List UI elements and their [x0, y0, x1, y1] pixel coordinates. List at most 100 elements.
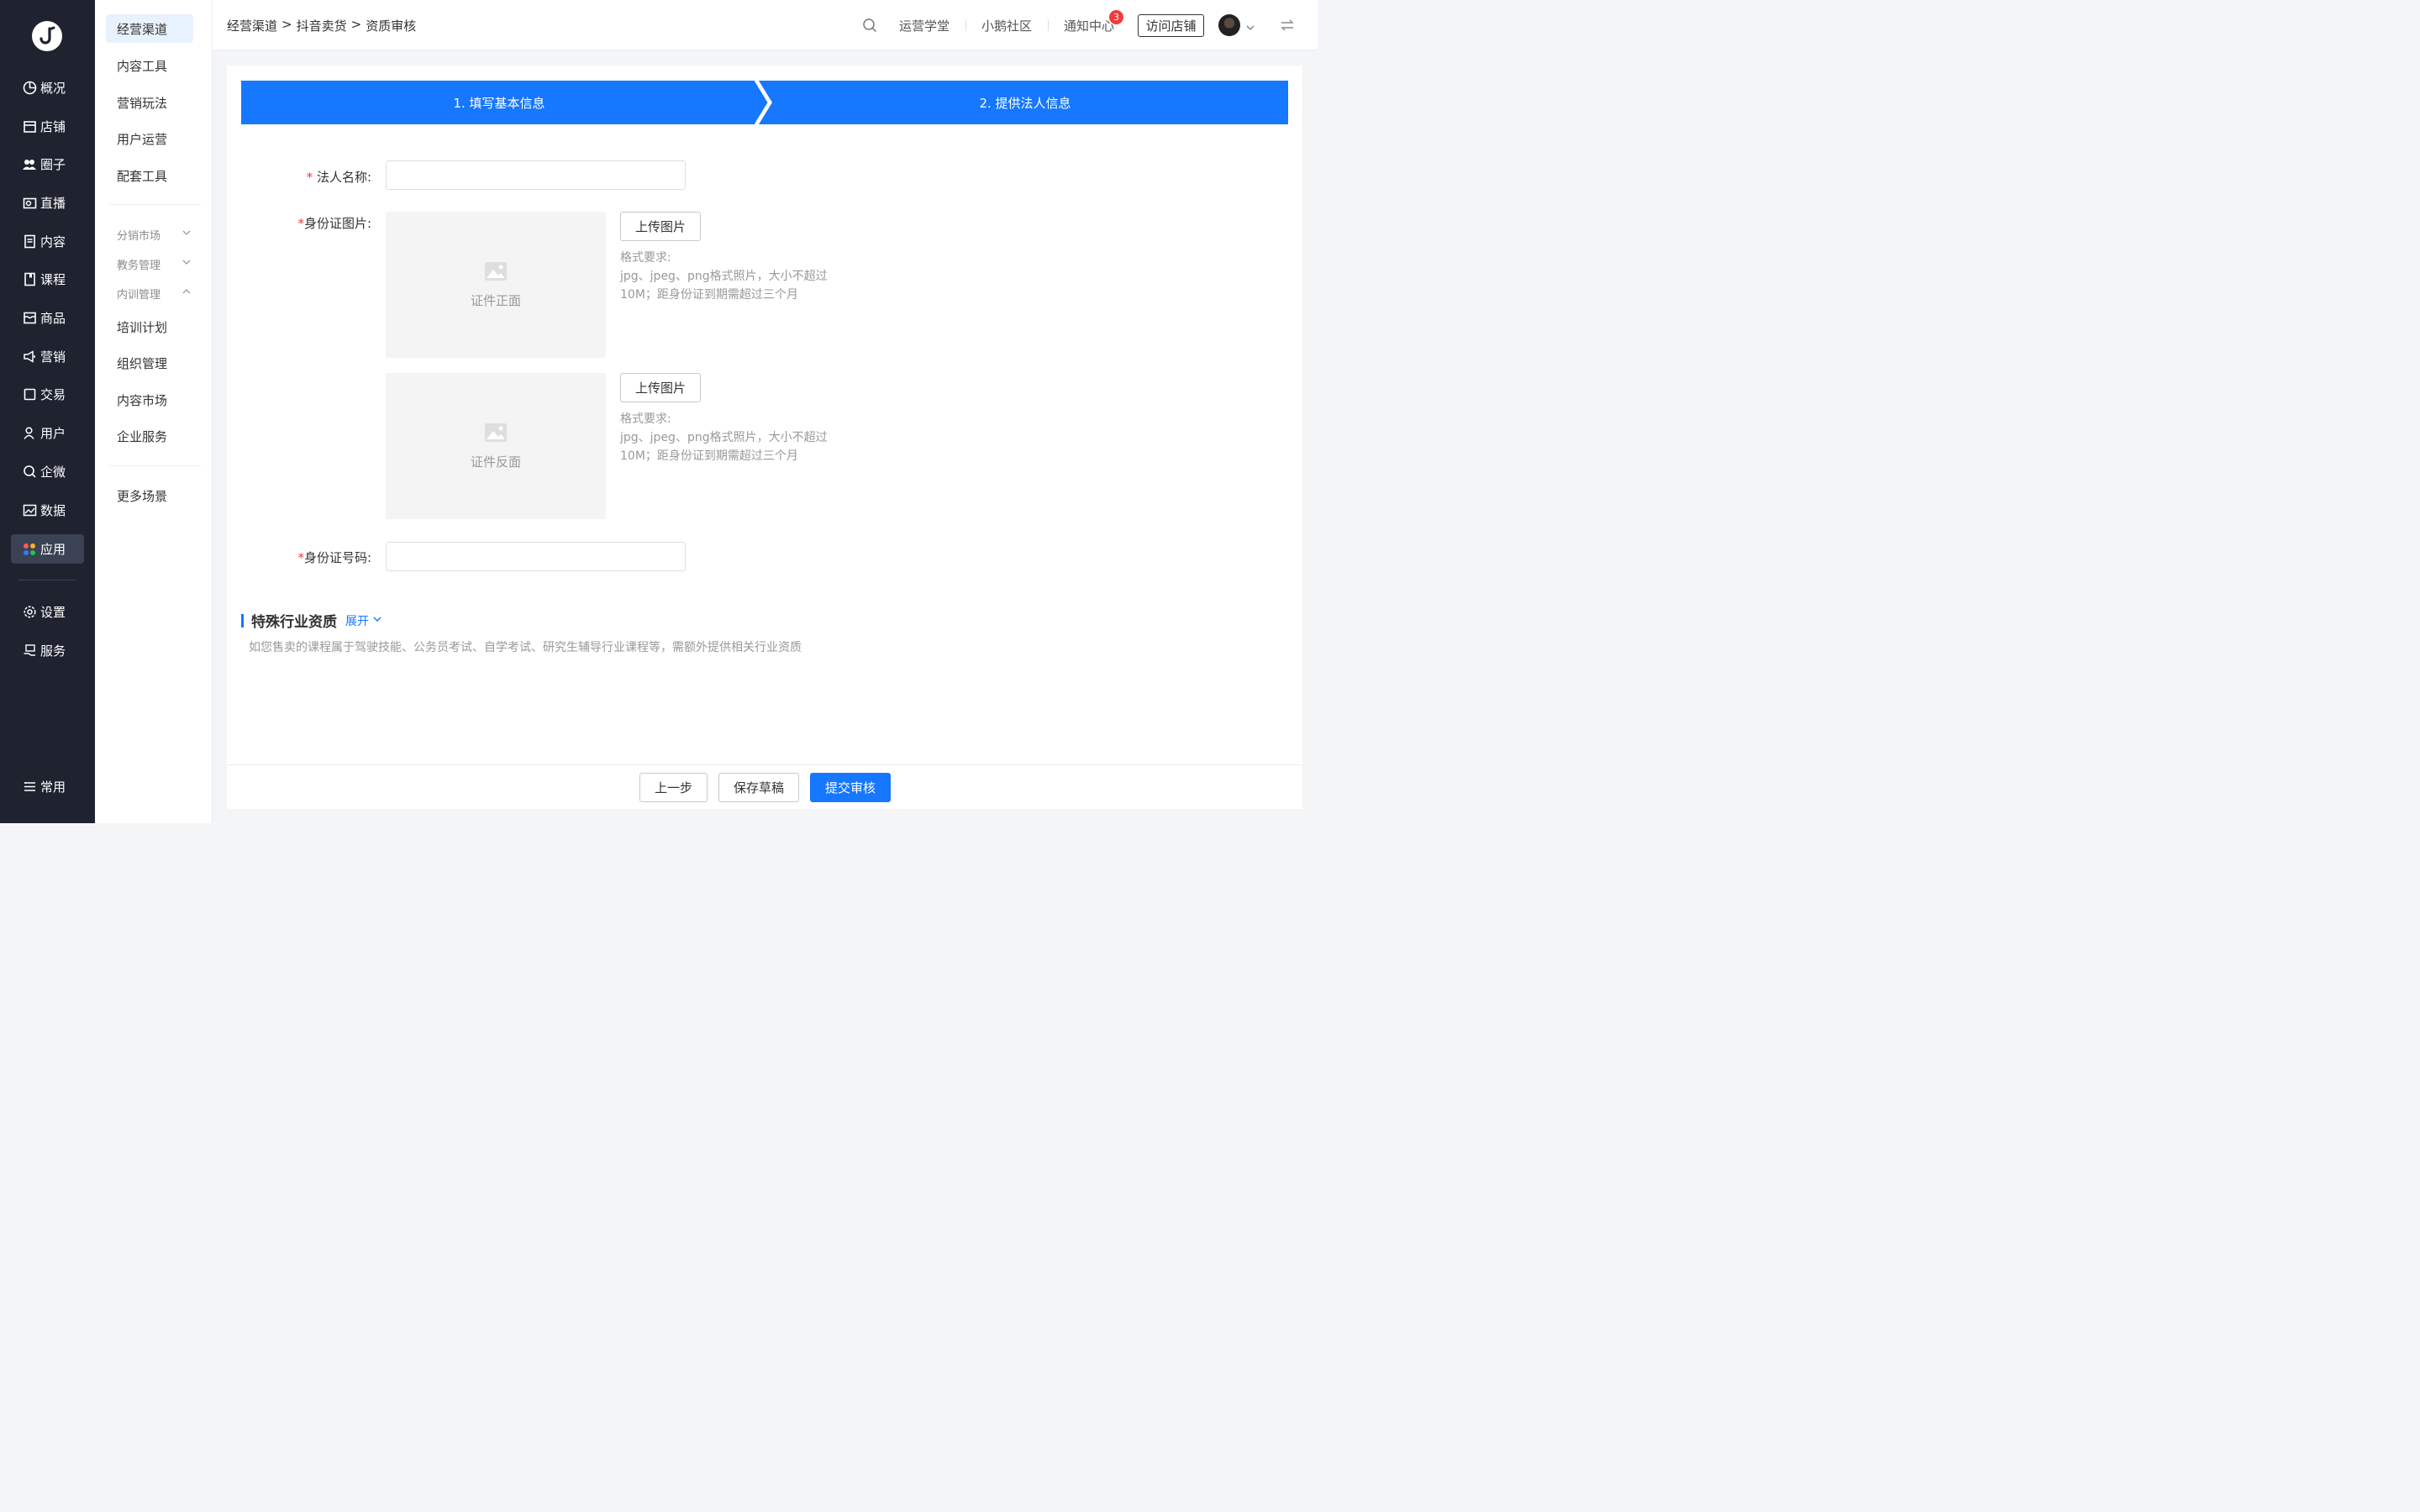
search-icon[interactable]: [862, 18, 877, 36]
megaphone-icon: [22, 349, 37, 365]
hint-line: 10M；距身份证到期需超过三个月: [620, 449, 798, 463]
nav-label: 设置: [40, 605, 66, 620]
submenu-item-org-manage[interactable]: 组织管理: [106, 349, 193, 377]
nav-item-product[interactable]: 商品: [11, 303, 84, 333]
submenu-item-enterprise[interactable]: 企业服务: [106, 422, 193, 450]
id-back-upload[interactable]: 证件反面: [386, 373, 606, 519]
submenu-item-user-ops[interactable]: 用户运营: [106, 124, 193, 153]
chevron-down-icon: [372, 614, 382, 627]
submenu-group-academic[interactable]: 教务管理: [106, 252, 193, 276]
nav-item-live[interactable]: 直播: [11, 188, 84, 218]
book-icon: [22, 272, 37, 287]
submenu-group-distribution[interactable]: 分销市场: [106, 223, 193, 246]
submenu-group-label: 内训管理: [117, 288, 161, 302]
breadcrumb-item[interactable]: 经营渠道: [227, 17, 277, 34]
submenu-item-content-tools[interactable]: 内容工具: [106, 51, 193, 80]
header-link-community[interactable]: 小鹅社区: [981, 17, 1032, 34]
submit-review-button[interactable]: 提交审核: [810, 773, 891, 802]
nav-item-common[interactable]: 常用: [11, 772, 84, 801]
submenu-label: 更多场景: [117, 488, 168, 504]
section-accent-bar: [241, 613, 244, 627]
prev-step-button[interactable]: 上一步: [639, 773, 708, 802]
nav-label: 概况: [40, 81, 66, 96]
id-image-label: *身份证图片:: [237, 214, 371, 232]
nav-item-trade[interactable]: 交易: [11, 380, 84, 409]
submenu-item-channels[interactable]: 经营渠道: [106, 14, 193, 43]
submenu-item-marketing-play[interactable]: 营销玩法: [106, 88, 193, 117]
nav-item-overview[interactable]: 概况: [11, 73, 84, 102]
nav-label: 用户: [40, 426, 66, 441]
breadcrumb-separator: >: [350, 17, 362, 32]
nav-item-store[interactable]: 店铺: [11, 112, 84, 141]
nav-label: 数据: [40, 503, 66, 518]
nav-item-service[interactable]: 服务: [11, 636, 84, 665]
avatar[interactable]: [1218, 14, 1240, 36]
submenu-label: 内容市场: [117, 392, 168, 408]
submenu-label: 企业服务: [117, 428, 168, 444]
label-text: 身份证图片:: [303, 216, 371, 231]
nav-label: 营销: [40, 349, 66, 365]
chevron-down-icon: [182, 228, 192, 241]
notification-badge: 3: [1109, 10, 1123, 24]
id-number-input[interactable]: [386, 542, 686, 571]
main-nav: 概况 店铺 圈子 直播 内容 课程 商品 营销 交易 用户 企微 数据 应用 设…: [0, 0, 95, 823]
nav-item-content[interactable]: 内容: [11, 227, 84, 256]
inbox-icon: [22, 311, 37, 326]
nav-item-marketing[interactable]: 营销: [11, 342, 84, 371]
image-placeholder-icon: [484, 423, 508, 446]
back-caption: 证件反面: [470, 454, 521, 470]
user-icon: [22, 426, 37, 441]
submenu-label: 内容工具: [117, 58, 168, 74]
nav-label: 企微: [40, 465, 66, 480]
nav-item-apps[interactable]: 应用: [11, 534, 84, 564]
group-icon: [22, 157, 37, 172]
nav-item-settings[interactable]: 设置: [11, 597, 84, 627]
store-icon: [22, 119, 37, 134]
upload-back-button[interactable]: 上传图片: [620, 373, 701, 402]
nav-item-user[interactable]: 用户: [11, 418, 84, 448]
nav-item-circle[interactable]: 圈子: [11, 150, 84, 179]
hint-line: jpg、jpeg、png格式照片，大小不超过: [620, 431, 828, 444]
required-mark: *: [297, 216, 304, 231]
list-icon: [22, 780, 37, 795]
submenu-item-content-market[interactable]: 内容市场: [106, 386, 193, 414]
nav-item-data[interactable]: 数据: [11, 496, 84, 525]
submenu-group-training[interactable]: 内训管理: [106, 281, 193, 305]
breadcrumb: 经营渠道 > 抖音卖货 > 资质审核: [227, 17, 416, 34]
chevron-down-icon[interactable]: [1245, 20, 1255, 36]
breadcrumb-item[interactable]: 抖音卖货: [297, 17, 347, 34]
image-placeholder-icon: [484, 261, 508, 285]
submenu-item-support-tools[interactable]: 配套工具: [106, 161, 193, 190]
step-1-label: 1. 填写基本信息: [453, 95, 545, 111]
header-link-notifications[interactable]: 通知中心: [1064, 17, 1114, 34]
submenu-divider: [109, 204, 201, 205]
visit-store-button[interactable]: 访问店铺: [1138, 14, 1204, 37]
id-front-upload[interactable]: 证件正面: [386, 212, 606, 358]
app-logo[interactable]: [32, 21, 62, 51]
submenu-label: 组织管理: [117, 355, 168, 371]
nav-label: 常用: [40, 780, 66, 795]
secondary-menu: 经营渠道 内容工具 营销玩法 用户运营 配套工具 分销市场 教务管理 内训管理 …: [95, 0, 213, 823]
section-description: 如您售卖的课程属于驾驶技能、公务员考试、自学考试、研究生辅导行业课程等，需额外提…: [249, 641, 802, 654]
nav-item-course[interactable]: 课程: [11, 265, 84, 294]
save-draft-button[interactable]: 保存草稿: [718, 773, 799, 802]
hint-line: 10M；距身份证到期需超过三个月: [620, 288, 798, 302]
submenu-item-training-plan[interactable]: 培训计划: [106, 312, 193, 341]
nav-item-wecom[interactable]: 企微: [11, 457, 84, 486]
upload-front-button[interactable]: 上传图片: [620, 212, 701, 241]
submenu-label: 经营渠道: [117, 21, 168, 37]
submenu-item-more[interactable]: 更多场景: [106, 481, 193, 510]
hint-title: 格式要求:: [620, 412, 671, 426]
legal-name-input[interactable]: [386, 160, 686, 190]
submenu-divider: [109, 465, 201, 466]
required-mark: *: [306, 170, 313, 185]
expand-toggle[interactable]: 展开: [345, 612, 382, 629]
nav-label: 服务: [40, 643, 66, 659]
header-link-academy[interactable]: 运营学堂: [899, 17, 950, 34]
switch-arrows-icon[interactable]: [1280, 18, 1295, 36]
header-separator: [1048, 19, 1049, 31]
special-qualification-section: 特殊行业资质 展开: [241, 610, 382, 631]
form-card: 1. 填写基本信息 2. 提供法人信息 * 法人名称: *身份证图片: 证件正面…: [227, 66, 1302, 809]
submenu-label: 配套工具: [117, 168, 168, 184]
nav-label: 课程: [40, 272, 66, 287]
